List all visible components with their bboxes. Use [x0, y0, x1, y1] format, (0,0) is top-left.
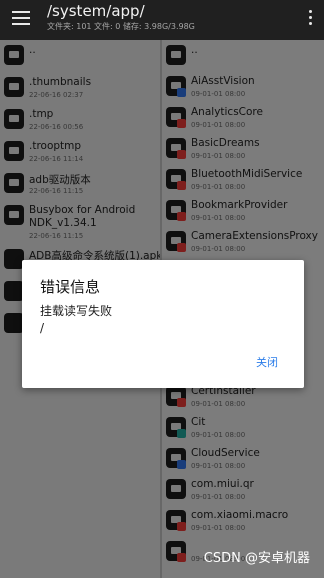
- error-dialog: 错误信息 挂载读写失败 / 关闭: [22, 260, 304, 388]
- storage-info: 文件夹: 101 文件: 0 储存: 3.98G/3.98G: [47, 22, 195, 31]
- app-toolbar: /system/app/ 文件夹: 101 文件: 0 储存: 3.98G/3.…: [0, 0, 324, 40]
- dialog-message: 挂载读写失败 /: [40, 304, 113, 335]
- current-path: /system/app/: [47, 2, 145, 20]
- hamburger-menu-icon[interactable]: [12, 11, 30, 25]
- watermark: CSDN @安卓机器: [203, 551, 310, 566]
- dialog-title: 错误信息: [40, 278, 101, 296]
- more-options-icon[interactable]: [309, 10, 313, 28]
- close-button[interactable]: 关闭: [256, 354, 278, 370]
